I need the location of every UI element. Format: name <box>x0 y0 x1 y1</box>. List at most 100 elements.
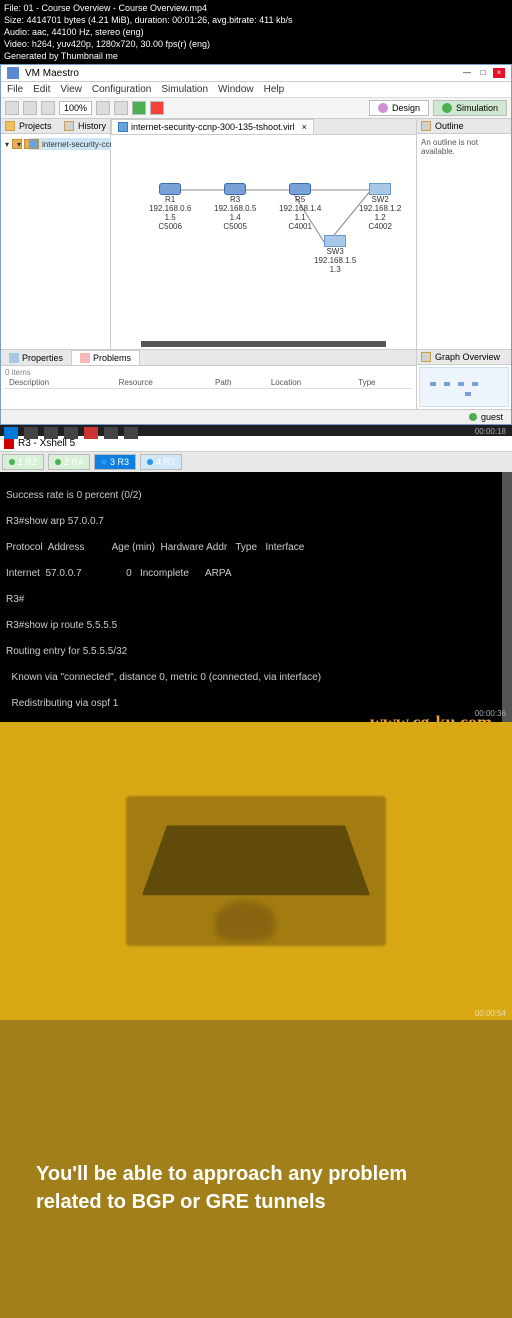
router-icon <box>159 183 181 195</box>
meta-size: Size: 4414701 bytes (4.21 MiB), duration… <box>4 14 508 26</box>
term-line: Protocol Address Age (min) Hardware Addr… <box>6 541 506 554</box>
bottom-panels: Properties Problems 0 items Description … <box>1 349 511 409</box>
history-tab-label[interactable]: History <box>78 121 106 131</box>
open-icon[interactable] <box>41 101 55 115</box>
term-line: Known via "connected", distance 0, metri… <box>6 671 506 684</box>
terminal-output[interactable]: Success rate is 0 percent (0/2) R3#show … <box>0 472 512 722</box>
promo-frame-2: You'll be able to approach any problem r… <box>0 1020 512 1318</box>
zoom-level[interactable]: 100% <box>59 101 92 115</box>
node-r5[interactable]: R5 192.168.1.4 1.1 C4001 <box>279 183 321 231</box>
meta-generated: Generated by Thumbnail me <box>4 50 508 62</box>
tab-close-icon[interactable]: × <box>302 122 307 132</box>
menu-window[interactable]: Window <box>218 84 254 95</box>
vm-maestro-window: VM Maestro — □ × File Edit View Configur… <box>0 64 512 425</box>
canvas-scrollbar[interactable] <box>141 341 386 347</box>
window-title: VM Maestro <box>25 68 79 79</box>
col-description[interactable]: Description <box>5 377 115 389</box>
thumbnail-timestamp: 00:00:18 <box>0 427 512 436</box>
session-tab-r7[interactable]: 4 R7 <box>140 454 182 470</box>
project-tree: ▾My Topologies ▾TSHOOT (internet-securit… <box>1 134 110 142</box>
outline-icon <box>421 121 431 131</box>
meta-video: Video: h264, yuv420p, 1280x720, 30.00 fp… <box>4 38 508 50</box>
run-icon[interactable] <box>132 101 146 115</box>
projects-icon <box>5 121 15 131</box>
status-indicator-icon <box>469 413 477 421</box>
maximize-button[interactable]: □ <box>477 68 489 78</box>
menu-view[interactable]: View <box>60 84 82 95</box>
simulation-mode-button[interactable]: Simulation <box>433 100 507 116</box>
close-button[interactable]: × <box>493 68 505 78</box>
thumbnail-timestamp: 00:00:54 <box>475 1009 506 1018</box>
graph-overview-panel: Graph Overview <box>416 350 511 409</box>
zoom-in-icon[interactable] <box>96 101 110 115</box>
hand-graphic <box>215 901 275 941</box>
menu-configuration[interactable]: Configuration <box>92 84 151 95</box>
video-metadata: File: 01 - Course Overview - Course Over… <box>0 0 512 64</box>
meta-audio: Audio: aac, 44100 Hz, stereo (eng) <box>4 26 508 38</box>
minimize-button[interactable]: — <box>461 68 473 78</box>
outline-message: An outline is not available. <box>417 134 511 160</box>
menu-edit[interactable]: Edit <box>33 84 50 95</box>
terminal-title: R3 - Xshell 5 <box>18 438 75 449</box>
status-user: guest <box>481 412 503 422</box>
graph-overview-tab[interactable]: Graph Overview <box>417 350 511 365</box>
xshell-icon <box>4 439 14 449</box>
new-icon[interactable] <box>5 101 19 115</box>
term-line: Internet 57.0.0.7 0 Incomplete ARPA <box>6 567 506 580</box>
main-area: Projects History ▾My Topologies ▾TSHOOT … <box>1 119 511 349</box>
graph-icon <box>421 352 431 362</box>
laptop-screen-graphic <box>142 825 370 895</box>
node-r1[interactable]: R1 192.168.0.6 1.5 C5006 <box>149 183 191 231</box>
col-location[interactable]: Location <box>267 377 354 389</box>
save-icon[interactable] <box>23 101 37 115</box>
problems-table: Description Resource Path Location Type <box>5 377 412 389</box>
col-type[interactable]: Type <box>354 377 412 389</box>
left-panel: Projects History ▾My Topologies ▾TSHOOT … <box>1 119 111 349</box>
term-line: Success rate is 0 percent (0/2) <box>6 489 506 502</box>
switch-icon <box>369 183 391 195</box>
node-sw3[interactable]: SW3 192.168.1.5 1.3 <box>314 235 356 274</box>
term-line: R3# <box>6 593 506 606</box>
router-icon <box>289 183 311 195</box>
properties-tab[interactable]: Properties <box>1 350 71 365</box>
col-resource[interactable]: Resource <box>115 377 211 389</box>
col-path[interactable]: Path <box>211 377 267 389</box>
switch-icon <box>324 235 346 247</box>
terminal-session-tabs: 1 R2 2 R4 3 R3 4 R7 <box>0 452 512 472</box>
topology-icon <box>118 122 128 132</box>
projects-tab[interactable]: Projects History <box>1 119 110 134</box>
topology-tab[interactable]: internet-security-ccnp-300-135-tshoot.vi… <box>111 119 314 134</box>
terminal-scrollbar[interactable] <box>502 472 512 722</box>
graph-minimap[interactable] <box>419 367 509 407</box>
meta-file: File: 01 - Course Overview - Course Over… <box>4 2 508 14</box>
center-panel: internet-security-ccnp-300-135-tshoot.vi… <box>111 119 416 349</box>
session-tab-r4[interactable]: 2 R4 <box>48 454 90 470</box>
right-panel: Outline An outline is not available. <box>416 119 511 349</box>
history-icon <box>64 121 74 131</box>
term-line: Redistributing via ospf 1 <box>6 697 506 710</box>
session-tab-r3[interactable]: 3 R3 <box>94 454 136 470</box>
app-icon <box>7 67 19 79</box>
titlebar[interactable]: VM Maestro — □ × <box>1 65 511 82</box>
menu-file[interactable]: File <box>7 84 23 95</box>
node-sw2[interactable]: SW2 192.168.1.2 1.2 C4002 <box>359 183 401 231</box>
session-tab-r2[interactable]: 1 R2 <box>2 454 44 470</box>
promo-frame-1: 00:00:54 <box>0 722 512 1020</box>
outline-tab[interactable]: Outline <box>417 119 511 134</box>
thumbnail-timestamp: 00:00:36 <box>475 707 506 720</box>
problems-icon <box>80 353 90 363</box>
properties-icon <box>9 353 19 363</box>
stop-icon[interactable] <box>150 101 164 115</box>
menu-simulation[interactable]: Simulation <box>161 84 208 95</box>
problems-panel: Properties Problems 0 items Description … <box>1 350 416 409</box>
router-icon <box>224 183 246 195</box>
promo-text: You'll be able to approach any problem r… <box>36 1160 476 1216</box>
editor-tabs: internet-security-ccnp-300-135-tshoot.vi… <box>111 119 416 135</box>
term-line: R3#show arp 57.0.0.7 <box>6 515 506 528</box>
problems-tab[interactable]: Problems <box>71 350 140 365</box>
topology-canvas[interactable]: R1 192.168.0.6 1.5 C5006 R3 192.168.0.5 … <box>111 135 416 349</box>
zoom-out-icon[interactable] <box>114 101 128 115</box>
design-mode-button[interactable]: Design <box>369 100 429 116</box>
node-r3[interactable]: R3 192.168.0.5 1.4 C5005 <box>214 183 256 231</box>
menu-help[interactable]: Help <box>264 84 285 95</box>
